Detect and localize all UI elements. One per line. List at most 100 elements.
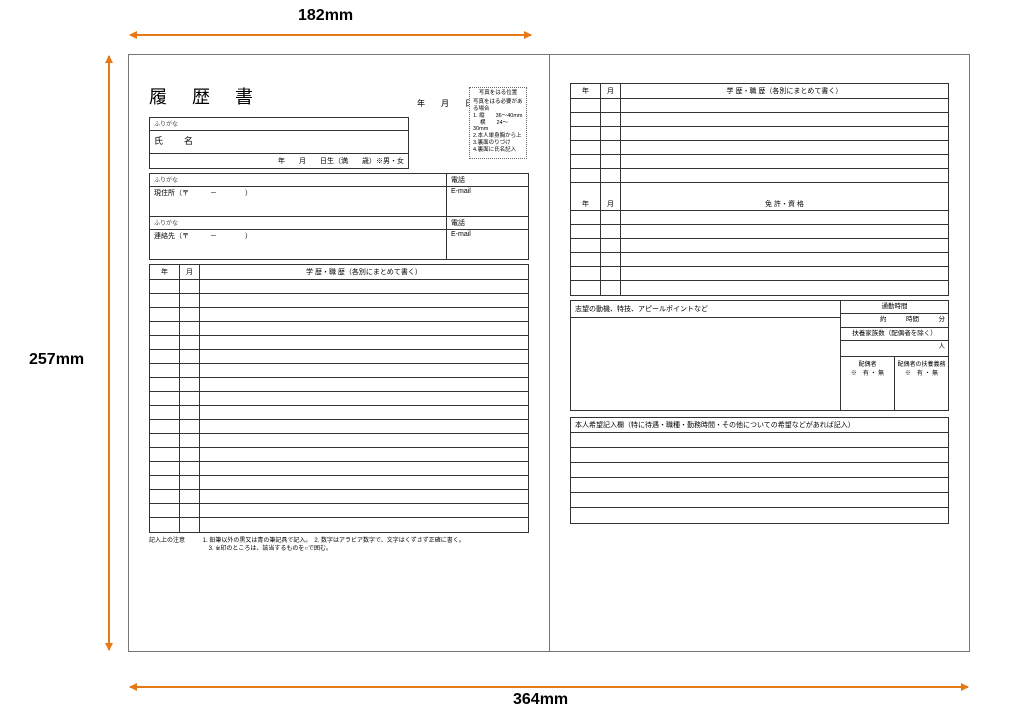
table-row bbox=[571, 253, 948, 267]
history-right-1: 年 月 学 歴・職 歴（各別にまとめて書く） 年 月 免 許・資 格 bbox=[570, 83, 949, 296]
table-row bbox=[571, 183, 948, 197]
spouse-label: 配偶者 bbox=[843, 359, 892, 368]
hr2-col-month: 月 bbox=[601, 197, 621, 210]
wish-block: 本人希望記入欄（特に待遇・職種・勤務時間・その他についての希望などがあれば記入） bbox=[570, 417, 949, 524]
commute-value: 約 時間 分 bbox=[841, 314, 948, 327]
photo-line6: 4.裏面に氏名記入 bbox=[473, 147, 523, 154]
table-row bbox=[150, 392, 528, 406]
table-row bbox=[571, 225, 948, 239]
table-row bbox=[150, 406, 528, 420]
table-row bbox=[150, 378, 528, 392]
notes-2: 3. ※印のところは、該当するものを○で囲む。 bbox=[209, 546, 332, 552]
photo-title: 写真をはる位置 bbox=[473, 90, 523, 97]
addr-furigana2: ふりがな bbox=[150, 217, 446, 229]
table-row bbox=[571, 99, 948, 113]
hr1-col-desc: 学 歴・職 歴（各別にまとめて書く） bbox=[621, 84, 948, 98]
table-row bbox=[150, 322, 528, 336]
motive-body bbox=[571, 318, 840, 410]
table-row bbox=[150, 294, 528, 308]
notes-1: 1. 鉛筆以外の黒又は青の筆記具で記入。 2. 数字はアラビア数字で、文字はくず… bbox=[203, 538, 465, 544]
name-label: 氏 名 bbox=[150, 131, 203, 153]
table-row bbox=[571, 508, 948, 523]
table-row bbox=[150, 336, 528, 350]
table-row bbox=[150, 448, 528, 462]
hist-rows-left bbox=[150, 280, 528, 532]
commute-label: 通勤時間 bbox=[841, 301, 948, 314]
table-row bbox=[571, 448, 948, 463]
hr2-col-desc: 免 許・資 格 bbox=[621, 197, 948, 210]
notes: 記入上の注意 1. 鉛筆以外の黒又は青の筆記具で記入。 2. 数字はアラビア数字… bbox=[149, 537, 529, 554]
photo-line1: 写真をはる必要がある場合 bbox=[473, 99, 523, 113]
motive-head: 志望の動機、特技、アピールポイントなど bbox=[571, 301, 840, 318]
personal-block: ふりがな 氏 名 年 月 日生（満 歳）※男・女 bbox=[149, 117, 409, 169]
spouse-duty-label: 配偶者の扶養義務 bbox=[897, 359, 946, 368]
table-row bbox=[150, 490, 528, 504]
photo-line2: 1. 縦 36～40mm bbox=[473, 113, 523, 120]
table-row bbox=[150, 280, 528, 294]
width-full-arrow bbox=[130, 686, 968, 688]
table-row bbox=[571, 281, 948, 295]
email-label1: E-mail bbox=[447, 186, 528, 216]
table-row bbox=[571, 211, 948, 225]
addr-furigana1: ふりがな bbox=[150, 174, 446, 186]
hist-col-year: 年 bbox=[150, 265, 180, 279]
height-arrow bbox=[108, 56, 110, 650]
email-label2: E-mail bbox=[447, 229, 528, 259]
table-row bbox=[150, 364, 528, 378]
width-full-label: 364mm bbox=[510, 690, 571, 710]
motive-block: 志望の動機、特技、アピールポイントなど 通勤時間 約 時間 分 扶養家族数（配偶… bbox=[570, 300, 949, 411]
notes-label: 記入上の注意 bbox=[149, 538, 185, 544]
table-row bbox=[571, 127, 948, 141]
photo-placeholder: 写真をはる位置 写真をはる必要がある場合 1. 縦 36～40mm 横 24～3… bbox=[469, 87, 527, 159]
spouse-duty-choice: ※ 有 ・ 無 bbox=[897, 368, 946, 377]
wish-rows bbox=[571, 433, 948, 523]
spouse-choice: ※ 有 ・ 無 bbox=[843, 368, 892, 377]
phone-label1: 電話 bbox=[447, 174, 528, 186]
furigana-label: ふりがな bbox=[150, 118, 182, 130]
document-sheet: 履 歴 書 年 月 日現在 写真をはる位置 写真をはる必要がある場合 1. 縦 … bbox=[128, 54, 970, 652]
table-row bbox=[150, 434, 528, 448]
current-address: 現住所（〒 － ） bbox=[150, 186, 446, 216]
table-row bbox=[150, 504, 528, 518]
width-half-arrow bbox=[130, 34, 531, 36]
table-row bbox=[571, 463, 948, 478]
table-row bbox=[571, 239, 948, 253]
table-row bbox=[571, 493, 948, 508]
page-left: 履 歴 書 年 月 日現在 写真をはる位置 写真をはる必要がある場合 1. 縦 … bbox=[129, 55, 549, 651]
hr1-col-month: 月 bbox=[601, 84, 621, 98]
dependents-label: 扶養家族数（配偶者を除く） bbox=[841, 328, 948, 341]
table-row bbox=[150, 476, 528, 490]
table-row bbox=[571, 155, 948, 169]
wish-head: 本人希望記入欄（特に待遇・職種・勤務時間・その他についての希望などがあれば記入） bbox=[571, 418, 948, 433]
table-row bbox=[571, 478, 948, 493]
photo-line3: 横 24～30mm bbox=[473, 120, 523, 134]
hr2-col-year: 年 bbox=[571, 197, 601, 210]
table-row bbox=[571, 433, 948, 448]
doc-title: 履 歴 書 bbox=[149, 83, 263, 109]
dependents-value: 人 bbox=[841, 341, 948, 357]
birth-line: 年 月 日生（満 歳）※男・女 bbox=[154, 156, 404, 166]
table-row bbox=[571, 169, 948, 183]
hist-rows-r2 bbox=[571, 211, 948, 295]
page-right: 年 月 学 歴・職 歴（各別にまとめて書く） 年 月 免 許・資 格 志望の動機… bbox=[549, 55, 969, 651]
table-row bbox=[571, 141, 948, 155]
photo-line5: 3.裏面のりづけ bbox=[473, 140, 523, 147]
height-label: 257mm bbox=[26, 350, 87, 370]
hr1-col-year: 年 bbox=[571, 84, 601, 98]
table-row bbox=[150, 462, 528, 476]
table-row bbox=[150, 308, 528, 322]
table-row bbox=[150, 350, 528, 364]
table-row bbox=[150, 420, 528, 434]
table-row bbox=[150, 518, 528, 532]
contact-address: 連絡先（〒 － ） bbox=[150, 229, 446, 259]
table-row bbox=[571, 267, 948, 281]
table-row bbox=[571, 113, 948, 127]
width-half-label: 182mm bbox=[295, 6, 356, 26]
birth-row: 年 月 日生（満 歳）※男・女 bbox=[150, 153, 408, 168]
hist-col-desc: 学 歴・職 歴（各別にまとめて書く） bbox=[200, 265, 528, 279]
history-left: 年 月 学 歴・職 歴（各別にまとめて書く） bbox=[149, 264, 529, 533]
hist-rows-r1 bbox=[571, 99, 948, 197]
address-block: ふりがな 現住所（〒 － ） 電話 E-mail ふりがな 連絡先（〒 － ） … bbox=[149, 173, 529, 260]
hist-col-month: 月 bbox=[180, 265, 200, 279]
phone-label2: 電話 bbox=[447, 217, 528, 229]
